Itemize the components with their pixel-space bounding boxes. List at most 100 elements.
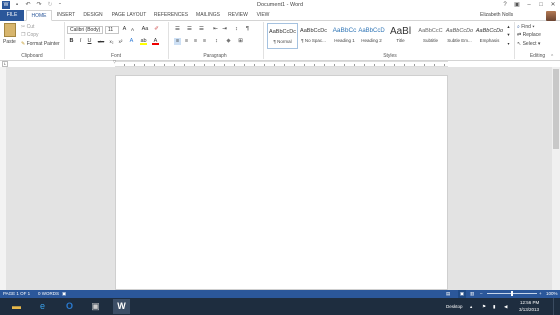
underline-button[interactable]: U	[86, 38, 93, 45]
word-count-status[interactable]: 0 WORDS	[38, 290, 59, 298]
font-group-label: Font	[110, 53, 121, 59]
avatar[interactable]	[546, 11, 556, 21]
text-effects-icon[interactable]: A	[128, 38, 135, 45]
decrease-indent-icon[interactable]: ⇤	[212, 26, 219, 33]
tab-review[interactable]: REVIEW	[226, 10, 250, 21]
style-emphasis[interactable]: AaBbCcDo Emphasis	[474, 23, 505, 49]
left-indent-marker[interactable]: ▽	[113, 60, 117, 64]
bold-button[interactable]: B	[68, 38, 75, 45]
desktop-toolbar-label[interactable]: Desktop	[446, 298, 463, 315]
styles-more-icon[interactable]: ▾	[505, 40, 512, 48]
tab-references[interactable]: REFERENCES	[152, 10, 190, 21]
replace-icon: ⇄	[517, 32, 522, 38]
font-size-combo[interactable]: 11	[105, 26, 119, 34]
internet-explorer-icon[interactable]: e	[34, 299, 51, 314]
show-formatting-icon[interactable]: ¶	[244, 26, 251, 33]
shading-icon[interactable]: ◆	[225, 38, 232, 45]
paintbrush-icon: ✎	[21, 41, 26, 47]
paste-icon[interactable]	[4, 23, 16, 37]
volume-icon[interactable]: ◀	[504, 298, 507, 315]
style-subtle-emphasis[interactable]: AaBbCcDo Subtle Em...	[444, 23, 475, 49]
paste-button[interactable]: Paste	[3, 39, 16, 46]
change-case-icon[interactable]: Aa	[140, 26, 150, 33]
taskbar	[0, 298, 560, 315]
style-no-spacing[interactable]: AaBbCcDc ¶ No Spac...	[298, 23, 329, 49]
superscript-button[interactable]: x²	[117, 38, 124, 45]
highlight-icon[interactable]: ab	[140, 38, 147, 45]
document-page[interactable]	[115, 75, 448, 290]
clear-formatting-icon[interactable]: ✐	[153, 26, 160, 33]
increase-indent-icon[interactable]: ⇥	[221, 26, 228, 33]
zoom-in-icon[interactable]: +	[539, 290, 542, 298]
paragraph-group-label: Paragraph	[203, 53, 227, 59]
proofing-icon[interactable]: ▣	[62, 290, 66, 298]
web-layout-icon[interactable]: ▥	[470, 290, 474, 298]
style-heading-2[interactable]: AaBbCcD Heading 2	[356, 23, 387, 49]
show-desktop-button[interactable]	[553, 298, 560, 315]
bullets-icon[interactable]: ☰	[174, 26, 181, 33]
help-button[interactable]: ?	[499, 0, 511, 10]
italic-button[interactable]: I	[77, 38, 84, 45]
tab-design[interactable]: DESIGN	[80, 10, 106, 21]
network-icon[interactable]: ▮	[493, 298, 495, 315]
styles-scroll-up-icon[interactable]: ▲	[505, 23, 512, 31]
user-name[interactable]: Elizabeth Nolls	[480, 10, 513, 21]
tab-home[interactable]: HOME	[26, 10, 52, 21]
read-mode-icon[interactable]: ▤	[446, 290, 450, 298]
vertical-scrollbar[interactable]	[552, 67, 560, 290]
tab-page-layout[interactable]: PAGE LAYOUT	[108, 10, 150, 21]
justify-icon[interactable]: ≡	[201, 38, 208, 45]
borders-icon[interactable]: ⊞	[237, 38, 244, 45]
clock-time[interactable]: 12:56 PM	[520, 300, 539, 306]
page-count-status[interactable]: PAGE 1 OF 1	[3, 290, 30, 298]
font-color-icon[interactable]: A	[152, 38, 159, 45]
align-center-icon[interactable]: ≡	[183, 38, 190, 45]
align-right-icon[interactable]: ≡	[192, 38, 199, 45]
style-normal[interactable]: AaBbCcDc ¶ Normal	[267, 23, 298, 49]
strikethrough-button[interactable]: abc	[96, 38, 106, 45]
close-button[interactable]: ✕	[547, 0, 559, 10]
find-button[interactable]: ⌕ Find ▾	[517, 24, 534, 31]
window-title: Document1 - Word	[256, 2, 304, 8]
minimize-button[interactable]: –	[523, 0, 535, 10]
status-bar	[0, 290, 560, 298]
flag-icon[interactable]: ⚑	[482, 298, 486, 315]
tab-view[interactable]: VIEW	[252, 10, 274, 21]
select-button[interactable]: ↖ Select ▾	[517, 41, 540, 48]
align-left-icon[interactable]: ≡	[174, 38, 181, 45]
tab-insert[interactable]: INSERT	[54, 10, 78, 21]
media-app-icon[interactable]: ▣	[87, 299, 104, 314]
format-painter-button[interactable]: ✎ Format Painter	[21, 41, 60, 48]
subscript-button[interactable]: x₂	[108, 38, 115, 45]
outlook-icon[interactable]: O	[61, 299, 78, 314]
cut-button[interactable]: ✂ Cut	[21, 24, 34, 31]
group-divider	[64, 22, 65, 59]
font-name-combo[interactable]: Calibri (Body)	[67, 26, 103, 34]
zoom-slider-handle[interactable]	[511, 291, 513, 296]
clock-date[interactable]: 3/13/2013	[519, 307, 539, 313]
zoom-level[interactable]: 100%	[546, 290, 558, 298]
style-subtitle[interactable]: AaBbCcC Subtitle	[415, 23, 446, 49]
tray-expand-icon[interactable]: ▴	[470, 298, 472, 315]
vertical-ruler[interactable]	[0, 67, 6, 290]
numbering-icon[interactable]: ☰	[186, 26, 193, 33]
copy-button[interactable]: ❐ Copy	[21, 32, 39, 39]
zoom-out-icon[interactable]: –	[480, 290, 483, 298]
tab-file[interactable]: FILE	[0, 10, 24, 21]
maximize-button[interactable]: □	[535, 0, 547, 10]
print-layout-icon[interactable]: ▣	[458, 290, 466, 298]
styles-scroll-down-icon[interactable]: ▼	[505, 31, 512, 39]
replace-button[interactable]: ⇄ Replace	[517, 32, 541, 39]
sort-icon[interactable]: ↕	[233, 26, 240, 33]
word-taskbar-icon[interactable]: W	[113, 299, 130, 314]
multilevel-list-icon[interactable]: ☰	[198, 26, 205, 33]
collapse-ribbon-icon[interactable]: ⌃	[550, 54, 554, 60]
scrollbar-thumb[interactable]	[553, 69, 559, 149]
line-spacing-icon[interactable]: ↕	[213, 38, 220, 45]
shrink-font-icon[interactable]: A	[129, 26, 136, 33]
style-title[interactable]: AaBl Title	[385, 23, 416, 49]
grow-font-icon[interactable]: A	[121, 26, 128, 33]
tab-mailings[interactable]: MAILINGS	[192, 10, 224, 21]
ribbon-display-options-button[interactable]: ▣	[511, 0, 523, 10]
file-explorer-icon[interactable]: ▬	[8, 299, 25, 314]
